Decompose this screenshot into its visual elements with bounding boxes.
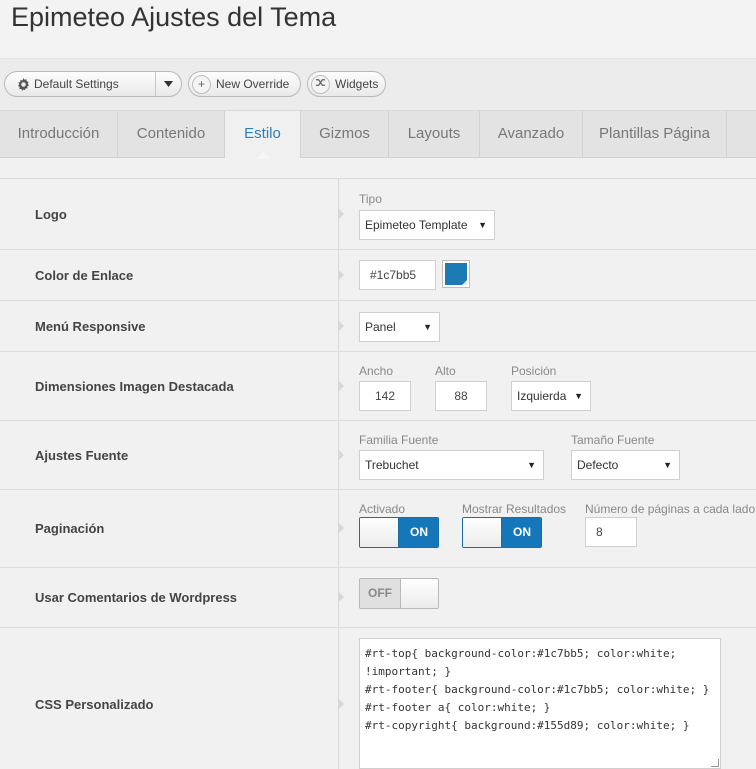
- chevron-down-icon: ▼: [478, 220, 487, 230]
- gear-icon: [17, 77, 30, 91]
- chevron-down-icon: ▼: [574, 391, 583, 401]
- toggle-state: ON: [502, 518, 541, 547]
- font-family-value: Trebuchet: [365, 458, 419, 472]
- responsive-menu-select[interactable]: Panel ▼: [359, 312, 440, 342]
- responsive-menu-label: Menú Responsive: [35, 319, 146, 334]
- widgets-label: Widgets: [335, 77, 379, 91]
- resize-grip-icon[interactable]: [711, 759, 719, 767]
- row-responsive-menu: Menú Responsive Panel ▼: [0, 301, 756, 352]
- logo-type-select[interactable]: Epimeteo Template ▼: [359, 210, 495, 240]
- css-line: #rt-copyright{ background:#155d89; color…: [365, 719, 690, 732]
- custom-css-label: CSS Personalizado: [35, 697, 154, 712]
- color-swatch[interactable]: [442, 260, 470, 288]
- tab-introduccion[interactable]: Introducción: [0, 111, 118, 158]
- tab-plantillas-pagina[interactable]: Plantillas Página: [583, 111, 727, 158]
- tab-contenido[interactable]: Contenido: [118, 111, 225, 158]
- row-custom-css: CSS Personalizado #rt-top{ background-co…: [0, 628, 756, 769]
- position-select[interactable]: Izquierda ▼: [511, 381, 591, 411]
- pagination-enabled-toggle[interactable]: ON: [359, 517, 439, 548]
- font-label: Ajustes Fuente: [35, 448, 129, 463]
- show-results-toggle[interactable]: ON: [462, 517, 542, 548]
- widgets-button[interactable]: Widgets: [307, 71, 386, 97]
- css-line: #rt-footer a{ color:white; }: [365, 701, 551, 714]
- row-pagination: Paginación Activado ON Mostrar Resultado…: [0, 490, 756, 568]
- chevron-down-icon[interactable]: [155, 72, 181, 96]
- ancho-label: Ancho: [359, 364, 394, 378]
- toggle-knob: [400, 579, 438, 608]
- chevron-down-icon: ▼: [423, 322, 432, 332]
- tab-bar: Introducción Contenido Estilo Gizmos Lay…: [0, 110, 756, 159]
- height-input[interactable]: 88: [435, 381, 487, 411]
- font-size-label: Tamaño Fuente: [571, 433, 655, 447]
- page-title: Epimeteo Ajustes del Tema: [11, 2, 337, 32]
- wp-comments-toggle[interactable]: OFF: [359, 578, 439, 609]
- row-wp-comments: Usar Comentarios de Wordpress OFF: [0, 568, 756, 628]
- responsive-menu-value: Panel: [365, 320, 396, 334]
- row-link-color: Color de Enlace #1c7bb5: [0, 250, 756, 301]
- new-override-button[interactable]: + New Override: [188, 71, 301, 97]
- font-size-value: Defecto: [577, 458, 619, 472]
- settings-select-label: Default Settings: [34, 77, 119, 91]
- width-input[interactable]: 142: [359, 381, 411, 411]
- toolbar: Default Settings + New Override Widgets: [0, 58, 756, 110]
- toggle-knob: [360, 518, 399, 547]
- logo-type-value: Epimeteo Template: [365, 218, 468, 232]
- pages-label: Número de páginas a cada lado: [585, 502, 756, 516]
- tab-avanzado[interactable]: Avanzado: [480, 111, 583, 158]
- pagination-label: Paginación: [35, 521, 105, 536]
- posicion-label: Posición: [511, 364, 557, 378]
- settings-select[interactable]: Default Settings: [4, 71, 182, 97]
- tab-estilo[interactable]: Estilo: [225, 111, 301, 159]
- logo-label: Logo: [35, 207, 67, 222]
- toggle-state: OFF: [360, 579, 400, 608]
- css-line: #rt-top{ background-color:#1c7bb5; color…: [365, 647, 677, 660]
- color-swatch-fill: [445, 263, 467, 285]
- tab-layouts[interactable]: Layouts: [389, 111, 480, 158]
- chevron-down-icon: ▼: [527, 460, 536, 470]
- alto-label: Alto: [435, 364, 456, 378]
- row-logo: Logo Tipo Epimeteo Template ▼: [0, 179, 756, 250]
- font-size-select[interactable]: Defecto ▼: [571, 450, 680, 480]
- row-font: Ajustes Fuente Familia Fuente Trebuchet …: [0, 421, 756, 490]
- featured-image-label: Dimensiones Imagen Destacada: [35, 379, 234, 394]
- tab-gizmos[interactable]: Gizmos: [301, 111, 389, 158]
- link-color-input[interactable]: #1c7bb5: [359, 260, 436, 290]
- settings-panel: Logo Tipo Epimeteo Template ▼ Color de E…: [0, 178, 756, 769]
- position-value: Izquierda: [517, 389, 567, 403]
- row-featured-image: Dimensiones Imagen Destacada Ancho 142 A…: [0, 352, 756, 421]
- link-color-label: Color de Enlace: [35, 268, 134, 283]
- new-override-label: New Override: [216, 77, 290, 91]
- font-family-select[interactable]: Trebuchet ▼: [359, 450, 544, 480]
- toggle-state: ON: [399, 518, 438, 547]
- wp-comments-label: Usar Comentarios de Wordpress: [35, 590, 238, 605]
- shuffle-icon: [311, 74, 330, 94]
- plus-icon: +: [192, 74, 211, 94]
- toggle-knob: [463, 518, 502, 547]
- show-results-label: Mostrar Resultados: [462, 502, 567, 516]
- tipo-label: Tipo: [359, 192, 382, 206]
- page-header: Epimeteo Ajustes del Tema: [0, 0, 756, 58]
- chevron-down-icon: ▼: [663, 460, 672, 470]
- css-line: #rt-footer{ background-color:#1c7bb5; co…: [365, 683, 710, 696]
- enabled-label: Activado: [359, 502, 406, 516]
- pages-input[interactable]: 8: [585, 517, 637, 547]
- custom-css-textarea[interactable]: #rt-top{ background-color:#1c7bb5; color…: [359, 638, 721, 769]
- font-family-label: Familia Fuente: [359, 433, 439, 447]
- css-line: !important; }: [365, 665, 452, 678]
